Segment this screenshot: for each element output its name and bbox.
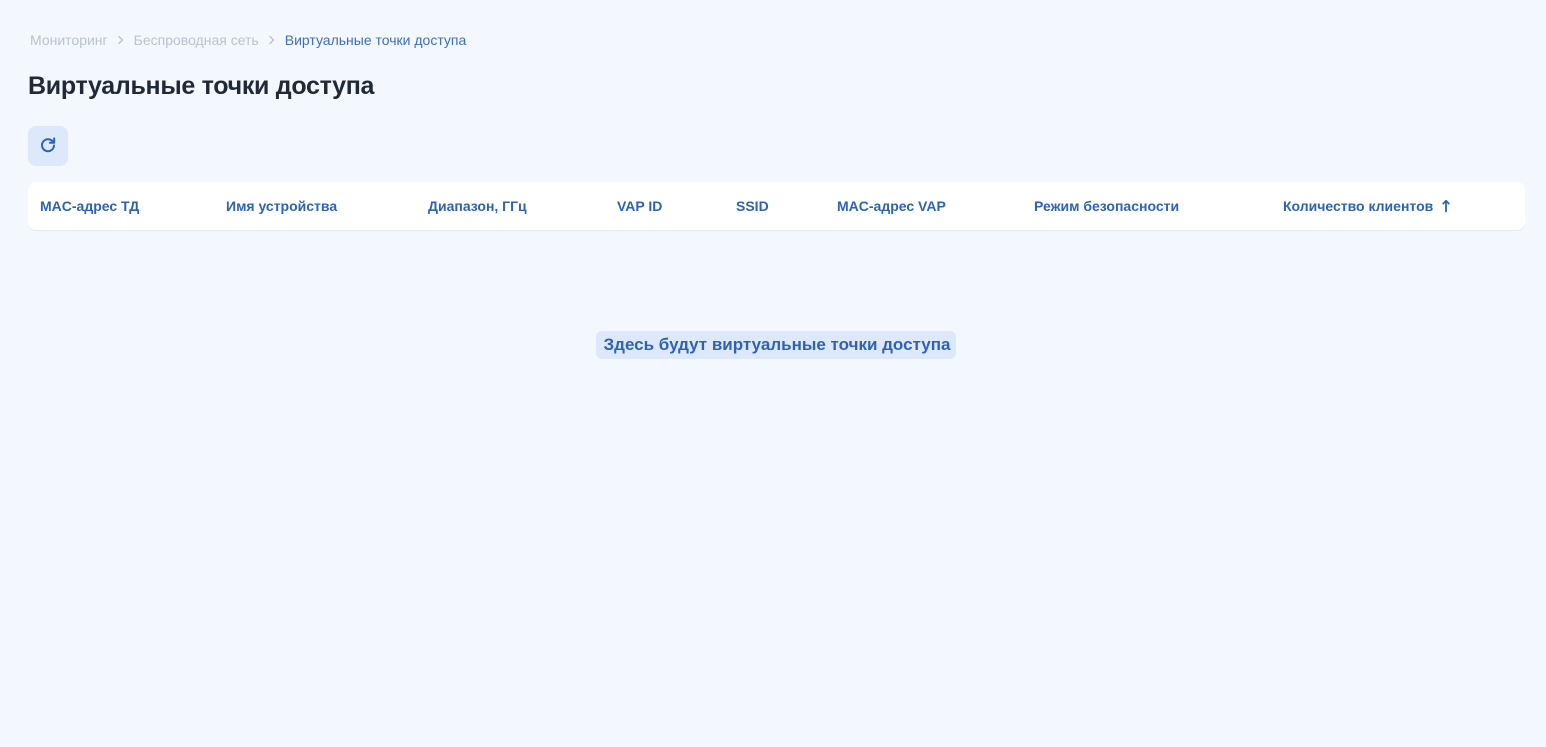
vap-table: MAC-адрес ТД Имя устройства Диапазон, ГГ… <box>28 182 1525 230</box>
chevron-right-icon <box>259 31 285 49</box>
breadcrumb: Мониторинг Беспроводная сеть Виртуальные… <box>30 31 466 49</box>
empty-state: Здесь будут виртуальные точки доступа <box>0 331 1546 359</box>
column-header-label: MAC-адрес VAP <box>837 198 946 214</box>
column-header-client-count[interactable]: Количество клиентов <box>1283 182 1451 230</box>
column-header-label: Количество клиентов <box>1283 198 1434 214</box>
column-header-label: Режим безопасности <box>1034 198 1180 214</box>
column-header-vap-mac[interactable]: MAC-адрес VAP <box>837 182 946 230</box>
column-header-label: VAP ID <box>617 198 663 214</box>
column-header-label: Диапазон, ГГц <box>428 198 527 214</box>
refresh-button[interactable] <box>28 126 68 166</box>
table-header-row: MAC-адрес ТД Имя устройства Диапазон, ГГ… <box>28 182 1525 230</box>
breadcrumb-item-monitoring[interactable]: Мониторинг <box>30 32 108 48</box>
breadcrumb-item-wireless[interactable]: Беспроводная сеть <box>134 32 259 48</box>
column-header-label: MAC-адрес ТД <box>40 198 140 214</box>
column-header-security-mode[interactable]: Режим безопасности <box>1034 182 1179 230</box>
page: Мониторинг Беспроводная сеть Виртуальные… <box>0 0 1546 747</box>
page-title: Виртуальные точки доступа <box>28 72 375 100</box>
empty-state-message: Здесь будут виртуальные точки доступа <box>595 331 957 359</box>
column-header-label: Имя устройства <box>226 198 338 214</box>
sort-ascending-icon <box>1441 199 1451 213</box>
chevron-right-icon <box>108 31 134 49</box>
column-header-ap-mac[interactable]: MAC-адрес ТД <box>40 182 139 230</box>
column-header-band[interactable]: Диапазон, ГГц <box>428 182 527 230</box>
column-header-vap-id[interactable]: VAP ID <box>617 182 662 230</box>
column-header-label: SSID <box>736 198 769 214</box>
column-header-device-name[interactable]: Имя устройства <box>226 182 337 230</box>
breadcrumb-item-current: Виртуальные точки доступа <box>284 32 467 48</box>
column-header-ssid[interactable]: SSID <box>736 182 769 230</box>
refresh-icon <box>39 136 57 157</box>
